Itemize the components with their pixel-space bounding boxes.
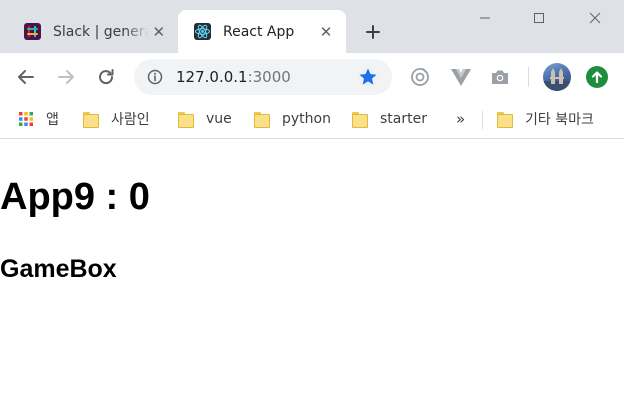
react-icon bbox=[194, 23, 211, 40]
bookmark-label: python bbox=[282, 111, 331, 127]
tab-title: React App bbox=[223, 23, 295, 40]
plus-icon bbox=[366, 25, 380, 39]
bookmark-label: 앱 bbox=[46, 112, 59, 128]
close-icon bbox=[589, 12, 601, 24]
tab-strip: Slack | general ✕ React App ✕ bbox=[0, 0, 624, 53]
arrow-left-icon bbox=[18, 70, 34, 84]
url-text: 127.0.0.1:3000 bbox=[176, 59, 291, 95]
profile-avatar[interactable] bbox=[543, 63, 571, 91]
reload-button[interactable] bbox=[92, 63, 120, 91]
bookmark-folder-saramin[interactable]: 사람인 bbox=[83, 107, 150, 131]
bookmark-label: vue bbox=[206, 111, 232, 127]
folder-icon bbox=[178, 111, 194, 128]
extension-target-icon[interactable] bbox=[408, 65, 432, 89]
browser-toolbar: 127.0.0.1:3000 bbox=[0, 53, 624, 101]
star-icon[interactable] bbox=[358, 67, 378, 87]
bookmark-folder-python[interactable]: python bbox=[254, 107, 331, 131]
page-heading: App9 : 0 bbox=[0, 176, 150, 218]
bookmarks-divider bbox=[482, 111, 483, 129]
bookmark-label: 사람인 bbox=[111, 112, 150, 128]
arrow-right-icon bbox=[58, 70, 74, 84]
tab-react-app[interactable]: React App ✕ bbox=[178, 10, 346, 53]
bookmark-label: starter bbox=[380, 111, 427, 127]
page-subheading: GameBox bbox=[0, 255, 117, 283]
maximize-button[interactable] bbox=[512, 0, 566, 36]
bookmark-folder-vue[interactable]: vue bbox=[178, 107, 232, 131]
bookmark-folder-starter[interactable]: starter bbox=[352, 107, 427, 131]
vue-devtools-icon[interactable] bbox=[449, 65, 473, 89]
bookmark-other-bookmarks[interactable]: 기타 북마크 bbox=[497, 107, 594, 131]
forward-button[interactable] bbox=[52, 63, 80, 91]
close-window-button[interactable] bbox=[568, 0, 622, 36]
tab-slack[interactable]: Slack | general ✕ bbox=[8, 10, 178, 53]
back-button[interactable] bbox=[12, 63, 40, 91]
reload-icon bbox=[99, 69, 114, 85]
url-host: 127.0.0.1 bbox=[176, 68, 248, 86]
maximize-icon bbox=[534, 13, 544, 23]
folder-icon bbox=[83, 111, 99, 128]
address-bar[interactable]: 127.0.0.1:3000 bbox=[134, 59, 392, 95]
close-tab-icon[interactable]: ✕ bbox=[316, 22, 336, 42]
update-button[interactable] bbox=[586, 66, 608, 88]
close-tab-icon[interactable]: ✕ bbox=[149, 22, 168, 42]
tab-title: Slack | general bbox=[53, 23, 150, 40]
page-content: App9 : 0 GameBox bbox=[0, 140, 624, 402]
camera-icon[interactable] bbox=[488, 65, 512, 89]
folder-icon bbox=[497, 111, 513, 128]
url-port: :3000 bbox=[247, 68, 291, 86]
more-bookmarks-button[interactable]: » bbox=[456, 107, 465, 131]
bookmark-apps[interactable]: 앱 bbox=[18, 107, 59, 131]
minimize-icon bbox=[480, 17, 490, 19]
folder-icon bbox=[352, 111, 368, 128]
info-icon[interactable] bbox=[146, 68, 164, 86]
minimize-button[interactable] bbox=[458, 0, 512, 36]
profile-photo-icon bbox=[543, 68, 571, 91]
toolbar-divider bbox=[528, 67, 529, 87]
bookmarks-bar: 앱 사람인 vue python starter » 기타 북마크 bbox=[0, 101, 624, 139]
bookmark-label: 기타 북마크 bbox=[525, 112, 594, 128]
folder-icon bbox=[254, 111, 270, 128]
apps-grid-icon bbox=[18, 111, 34, 127]
slack-icon bbox=[24, 23, 41, 40]
new-tab-button[interactable] bbox=[361, 20, 385, 44]
arrow-up-icon bbox=[591, 71, 603, 84]
